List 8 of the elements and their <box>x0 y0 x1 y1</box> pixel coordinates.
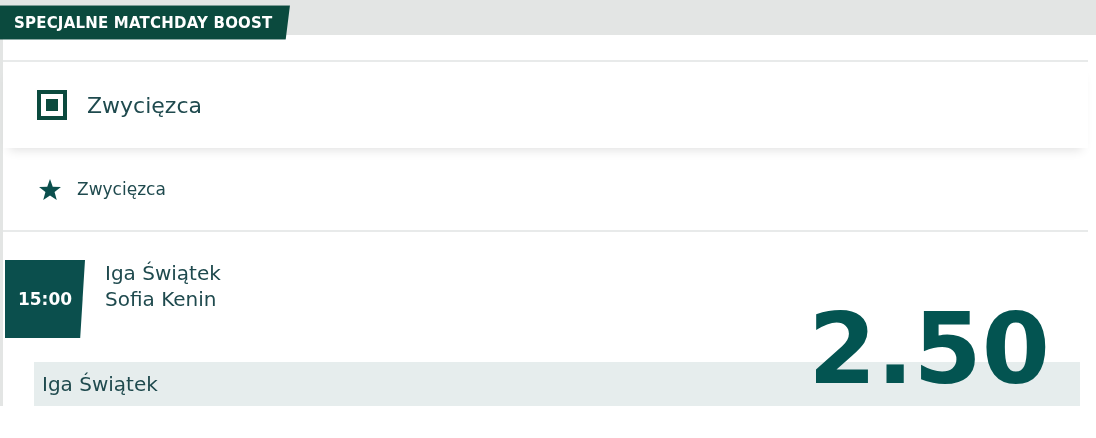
star-icon <box>39 178 61 200</box>
promo-banner: SPECJALNE MATCHDAY BOOST <box>0 5 290 40</box>
market-title: Zwycięzca <box>87 92 202 118</box>
player-name: Sofia Kenin <box>105 286 218 312</box>
match-time: 15:00 <box>5 260 85 338</box>
submarket-title: Zwycięzca <box>77 179 166 199</box>
square-icon <box>37 90 67 120</box>
player-name: Iga Świątek <box>105 260 221 286</box>
